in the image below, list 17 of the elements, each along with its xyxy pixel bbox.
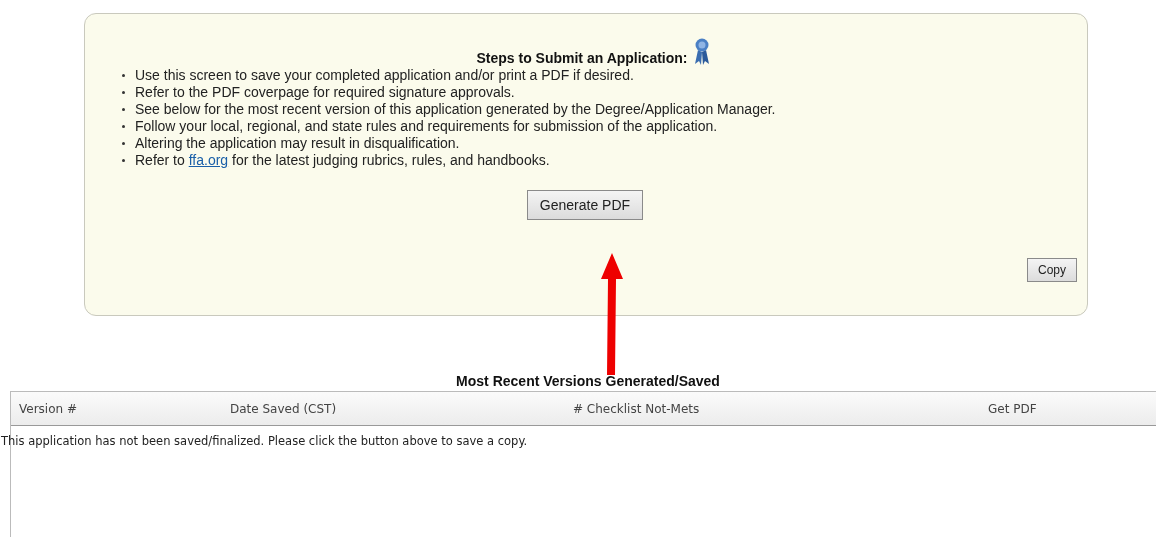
step-text: Use this screen to save your completed application and/or print a PDF if desired.: [135, 67, 634, 83]
step-text: Refer to ffa.org for the latest judging rubrics, rules, and handbooks.: [135, 152, 550, 168]
instructions-title: Steps to Submit an Application:: [476, 50, 688, 67]
column-header: Get PDF: [988, 402, 1037, 416]
column-header: Version #: [19, 402, 77, 416]
column-header: # Checklist Not-Mets: [573, 402, 700, 416]
generate-pdf-button[interactable]: Generate PDF: [526, 190, 644, 220]
step-text: Refer to the PDF coverpage for required signature approvals.: [135, 84, 515, 100]
step-text: Altering the application may result in disqualification.: [135, 135, 460, 151]
ffa-link[interactable]: ffa.org: [188, 152, 229, 168]
column-header: Date Saved (CST): [230, 402, 337, 416]
step-text: See below for the most recent version of this application generated by the Degree/Application Manager.: [135, 101, 776, 117]
empty-message: This application has not been saved/finalized. Please click the button above to save a copy.: [1, 434, 528, 448]
ribbon-icon: [693, 38, 710, 65]
step-text: Follow your local, regional, and state rules and requirements for submission of the application.: [135, 118, 718, 134]
versions-title: Most Recent Versions Generated/Saved: [456, 373, 720, 389]
copy-button[interactable]: Copy: [1027, 258, 1077, 282]
